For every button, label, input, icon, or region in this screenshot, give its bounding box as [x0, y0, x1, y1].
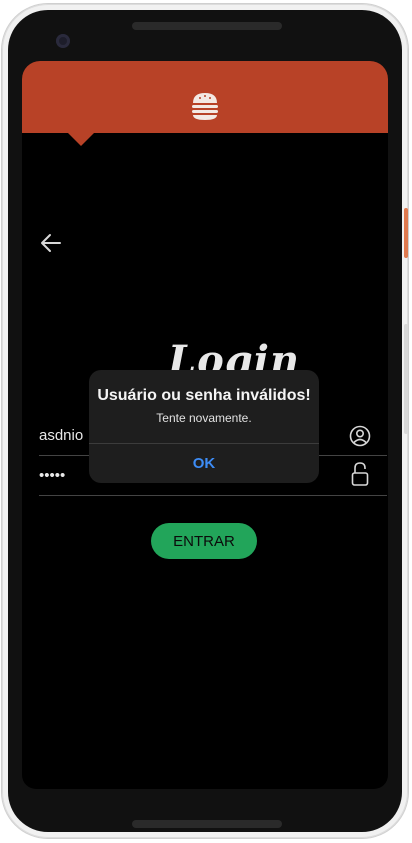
- power-button: [404, 208, 408, 258]
- error-dialog: Usuário ou senha inválidos! Tente novame…: [89, 370, 319, 483]
- header-pointer: [68, 133, 94, 146]
- volume-button: [404, 324, 408, 434]
- user-circle-icon: [349, 425, 371, 452]
- arrow-left-icon[interactable]: [40, 233, 62, 258]
- dialog-message: Tente novamente.: [156, 411, 252, 425]
- burger-icon: [191, 91, 219, 126]
- ok-button[interactable]: OK: [89, 444, 319, 483]
- dialog-title: Usuário ou senha inválidos!: [97, 387, 311, 404]
- password-input[interactable]: •••••: [39, 467, 65, 484]
- app-header: [22, 61, 388, 133]
- top-speaker: [132, 22, 282, 30]
- username-input[interactable]: asdnio: [39, 427, 83, 444]
- lock-icon: [351, 461, 369, 492]
- enter-button[interactable]: ENTRAR: [151, 523, 257, 559]
- front-camera: [56, 34, 70, 48]
- bottom-speaker: [132, 820, 282, 828]
